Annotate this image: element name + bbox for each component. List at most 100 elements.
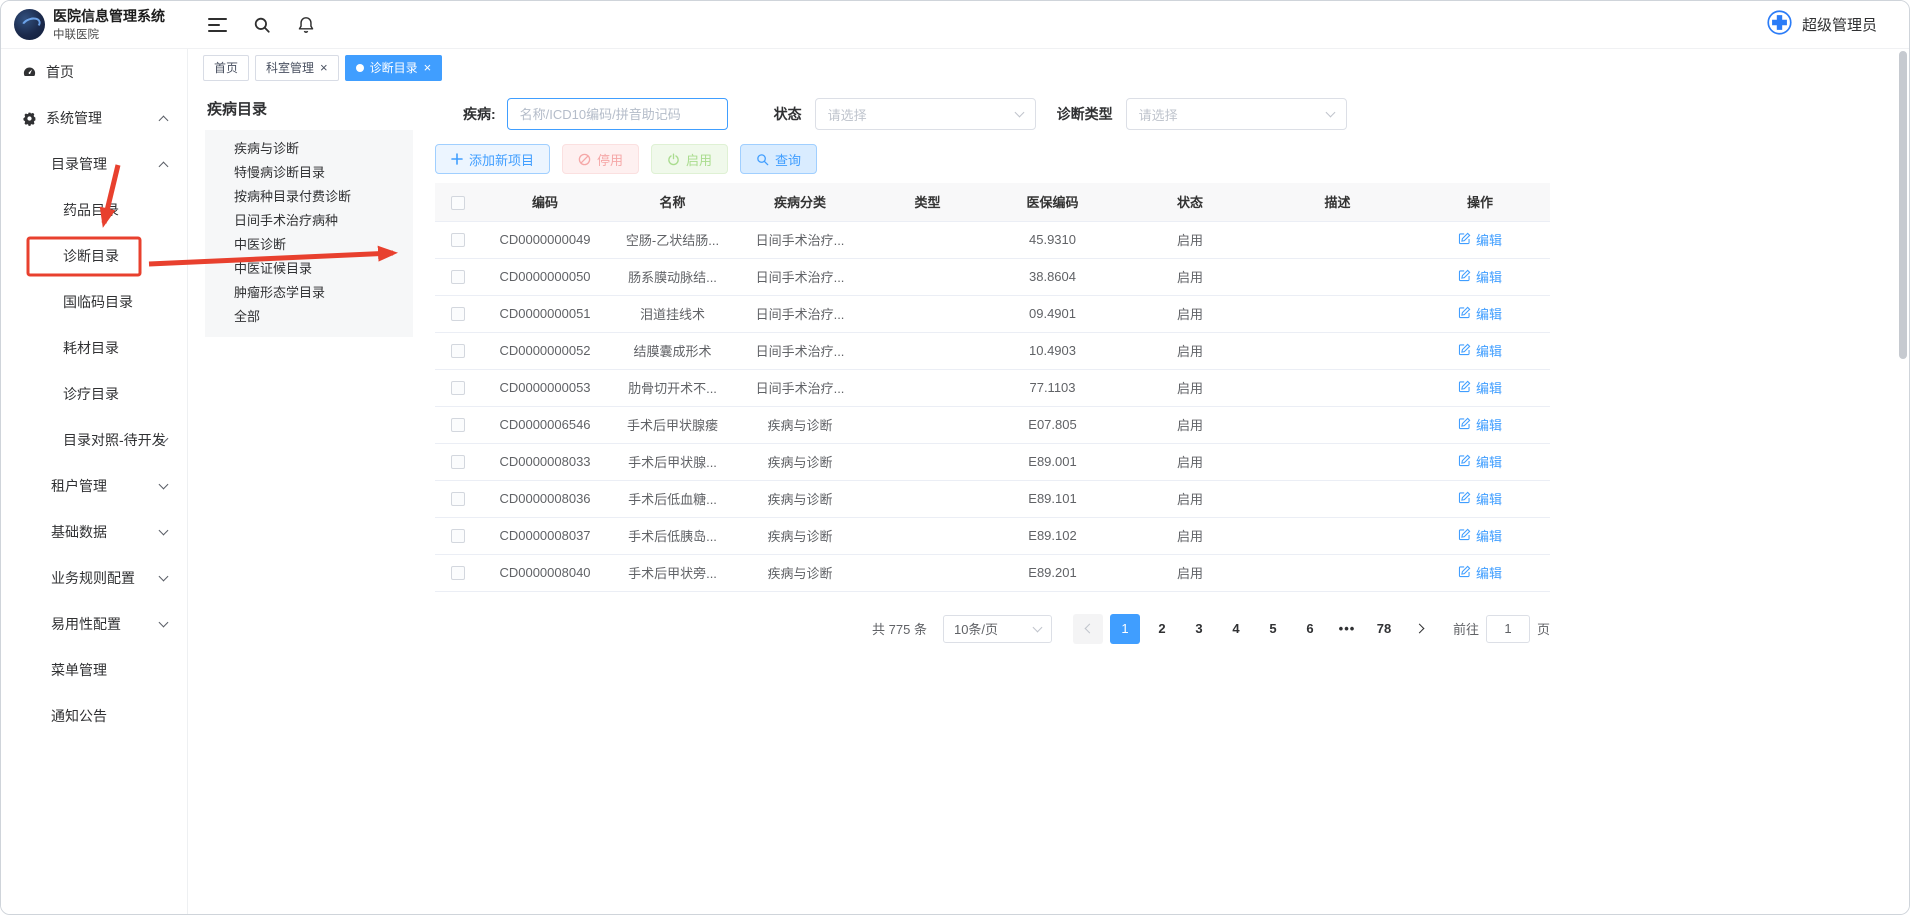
pagination-bar: 共 775 条 10条/页 1 2 3 4 5 6 ••• 78 前往 页 <box>435 614 1550 644</box>
dashboard-icon <box>22 65 37 80</box>
row-checkbox[interactable] <box>451 455 465 469</box>
sidebar-item-consumables-directory[interactable]: 耗材目录 <box>1 325 187 371</box>
edit-icon <box>1458 232 1471 248</box>
edit-button[interactable]: 编辑 <box>1458 489 1502 508</box>
sidebar-item-business-rules[interactable]: 业务规则配置 <box>1 555 187 601</box>
catalog-item-all[interactable]: 全部 <box>205 305 413 329</box>
diagnosis-type-select[interactable]: 请选择 <box>1126 98 1347 130</box>
catalog-title: 疾病目录 <box>207 98 415 119</box>
edit-icon <box>1458 454 1471 470</box>
sidebar-item-directory-management[interactable]: 目录管理 <box>1 141 187 187</box>
query-label: 查询 <box>775 150 801 169</box>
prev-page-button[interactable] <box>1073 614 1103 644</box>
cell-category: 疾病与诊断 <box>735 443 865 480</box>
user-box[interactable]: 超级管理员 <box>1766 9 1909 41</box>
row-checkbox[interactable] <box>451 529 465 543</box>
sidebar-item-national-code-directory[interactable]: 国临码目录 <box>1 279 187 325</box>
edit-button[interactable]: 编辑 <box>1458 304 1502 323</box>
page-size-select[interactable]: 10条/页 <box>943 615 1052 643</box>
query-button[interactable]: 查询 <box>740 144 817 174</box>
page-button-4[interactable]: 4 <box>1221 614 1251 644</box>
cell-category: 疾病与诊断 <box>735 517 865 554</box>
catalog-item-tcm-syndrome[interactable]: 中医证候目录 <box>205 257 413 281</box>
add-item-button[interactable]: 添加新项目 <box>435 144 550 174</box>
sidebar-item-tenant-management[interactable]: 租户管理 <box>1 463 187 509</box>
edit-button[interactable]: 编辑 <box>1458 267 1502 286</box>
disease-catalog-panel: 疾病目录 疾病与诊断 特慢病诊断目录 按病种目录付费诊断 日间手术治疗病种 中医… <box>189 86 415 914</box>
page-button-2[interactable]: 2 <box>1147 614 1177 644</box>
select-all-checkbox[interactable] <box>451 196 465 210</box>
cell-description <box>1265 369 1410 406</box>
search-icon[interactable] <box>253 16 271 34</box>
page-button-5[interactable]: 5 <box>1258 614 1288 644</box>
edit-button[interactable]: 编辑 <box>1458 230 1502 249</box>
sidebar-item-usability-config[interactable]: 易用性配置 <box>1 601 187 647</box>
sidebar-item-menu-management[interactable]: 菜单管理 <box>1 647 187 693</box>
enable-button[interactable]: 启用 <box>651 144 728 174</box>
disease-search-input[interactable] <box>507 98 728 130</box>
cell-name: 肠系膜动脉结... <box>610 258 735 295</box>
search-icon <box>756 153 769 166</box>
catalog-item-chronic-disease[interactable]: 特慢病诊断目录 <box>205 161 413 185</box>
sidebar-item-treatment-directory[interactable]: 诊疗目录 <box>1 371 187 417</box>
page-button-6[interactable]: 6 <box>1295 614 1325 644</box>
row-checkbox[interactable] <box>451 307 465 321</box>
page-button-3[interactable]: 3 <box>1184 614 1214 644</box>
row-checkbox[interactable] <box>451 492 465 506</box>
row-checkbox[interactable] <box>451 418 465 432</box>
edit-icon <box>1458 528 1471 544</box>
goto-label: 前往 <box>1453 619 1479 638</box>
bell-icon[interactable] <box>297 16 315 34</box>
close-icon[interactable]: × <box>320 61 328 74</box>
hospital-logo <box>14 9 45 40</box>
next-page-button[interactable] <box>1406 614 1436 644</box>
sidebar-item-notice[interactable]: 通知公告 <box>1 693 187 739</box>
page-button-1[interactable]: 1 <box>1110 614 1140 644</box>
catalog-item-tumor-morphology[interactable]: 肿瘤形态学目录 <box>205 281 413 305</box>
edit-button[interactable]: 编辑 <box>1458 378 1502 397</box>
row-checkbox[interactable] <box>451 566 465 580</box>
cell-type <box>865 517 990 554</box>
disable-button[interactable]: 停用 <box>562 144 639 174</box>
sidebar-item-basic-data[interactable]: 基础数据 <box>1 509 187 555</box>
row-checkbox[interactable] <box>451 381 465 395</box>
edit-label: 编辑 <box>1476 526 1502 545</box>
edit-button[interactable]: 编辑 <box>1458 452 1502 471</box>
goto-page-input[interactable] <box>1486 615 1530 643</box>
edit-button[interactable]: 编辑 <box>1458 341 1502 360</box>
table-row: CD0000000052 结膜囊成形术 日间手术治疗... 10.4903 启用… <box>435 332 1550 369</box>
tab-home[interactable]: 首页 <box>203 55 249 81</box>
catalog-item-day-surgery[interactable]: 日间手术治疗病种 <box>205 209 413 233</box>
brand-text: 医院信息管理系统 中联医院 <box>53 8 165 42</box>
cell-description <box>1265 517 1410 554</box>
cell-category: 日间手术治疗... <box>735 369 865 406</box>
sidebar-item-label: 目录对照-待开发 <box>63 430 166 450</box>
sidebar-item-home[interactable]: 首页 <box>1 49 187 95</box>
sidebar-item-diagnosis-directory[interactable]: 诊断目录 <box>1 233 187 279</box>
vertical-scrollbar[interactable] <box>1899 51 1907 359</box>
tab-department-management[interactable]: 科室管理 × <box>255 55 339 81</box>
catalog-item-payment-by-disease[interactable]: 按病种目录付费诊断 <box>205 185 413 209</box>
edit-button[interactable]: 编辑 <box>1458 526 1502 545</box>
status-select[interactable]: 请选择 <box>815 98 1036 130</box>
chevron-down-icon <box>159 480 169 490</box>
sidebar-item-system-management[interactable]: 系统管理 <box>1 95 187 141</box>
hamburger-icon[interactable] <box>208 18 227 32</box>
tab-label: 科室管理 <box>266 59 314 76</box>
page-button-78[interactable]: 78 <box>1369 614 1399 644</box>
pagination-ellipsis[interactable]: ••• <box>1332 614 1362 644</box>
plus-icon <box>451 153 463 165</box>
catalog-item-tcm-diagnosis[interactable]: 中医诊断 <box>205 233 413 257</box>
sidebar-item-drug-directory[interactable]: 药品目录 <box>1 187 187 233</box>
tab-diagnosis-directory[interactable]: 诊断目录 × <box>345 55 443 81</box>
edit-button[interactable]: 编辑 <box>1458 563 1502 582</box>
sidebar-item-label: 目录管理 <box>51 154 107 174</box>
row-checkbox[interactable] <box>451 270 465 284</box>
row-checkbox[interactable] <box>451 233 465 247</box>
close-icon[interactable]: × <box>424 61 432 74</box>
row-checkbox[interactable] <box>451 344 465 358</box>
hospital-name: 中联医院 <box>53 26 165 42</box>
catalog-item-disease-diagnosis[interactable]: 疾病与诊断 <box>205 137 413 161</box>
sidebar-item-directory-mapping[interactable]: 目录对照-待开发 <box>1 417 187 463</box>
edit-button[interactable]: 编辑 <box>1458 415 1502 434</box>
